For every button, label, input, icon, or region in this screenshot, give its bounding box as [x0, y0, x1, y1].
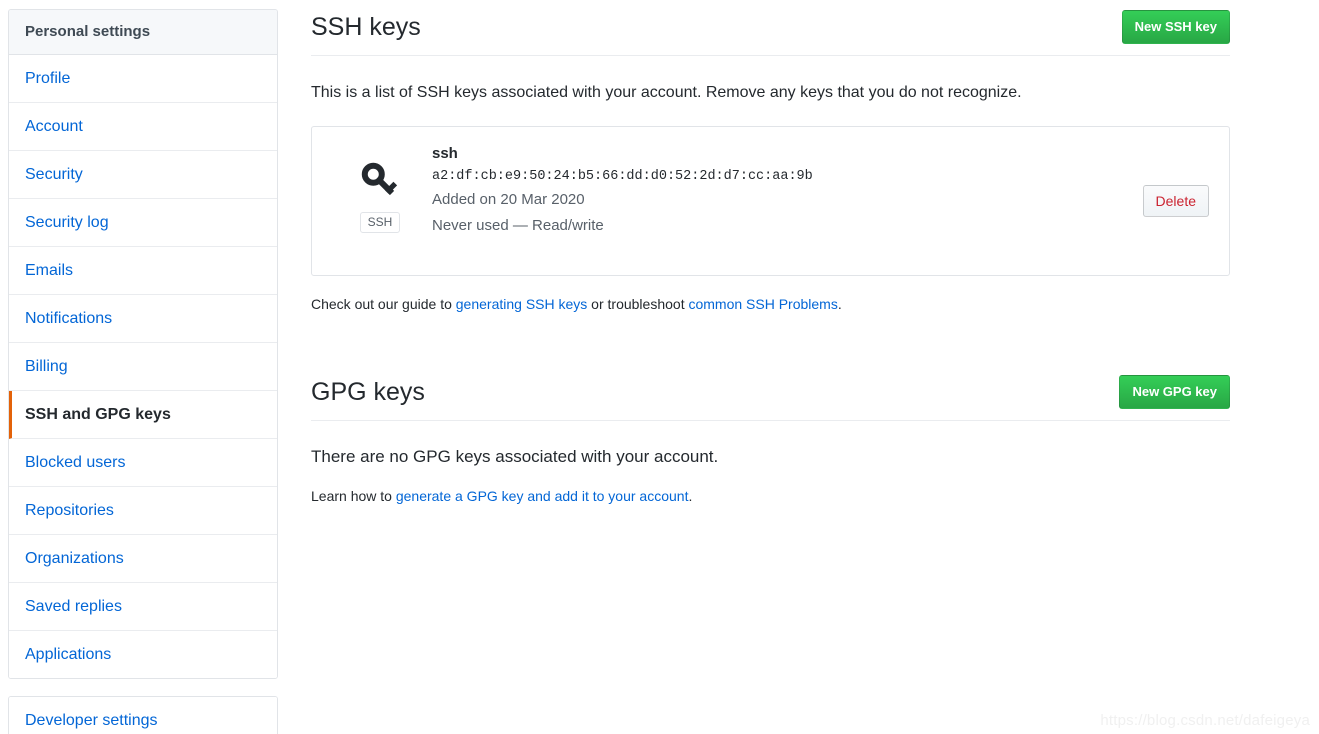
ssh-help-middle: or troubleshoot	[587, 296, 689, 312]
ssh-help-prefix: Check out our guide to	[311, 296, 456, 312]
ssh-key-row: SSH ssh a2:df:cb:e9:50:24:b5:66:dd:d0:52…	[311, 126, 1230, 276]
sidebar-item-label: Blocked users	[25, 454, 126, 471]
sidebar-primary-nav: Personal settings Profile Account Security…	[8, 9, 278, 679]
sidebar-item-organizations[interactable]: Organizations	[9, 535, 277, 583]
personal-settings-sidebar: Personal settings Profile Account Security…	[8, 9, 278, 734]
sidebar-item-blocked-users[interactable]: Blocked users	[9, 439, 277, 487]
sidebar-item-label: Emails	[25, 262, 74, 279]
sidebar-item-label: Account	[25, 118, 83, 135]
sidebar-item-developer-settings[interactable]: Developer settings	[9, 697, 277, 734]
sidebar-item-repositories[interactable]: Repositories	[9, 487, 277, 535]
ssh-key-type-badge: SSH	[359, 212, 401, 233]
ssh-help-text: Check out our guide to generating SSH ke…	[311, 294, 1230, 314]
ssh-key-fingerprint: a2:df:cb:e9:50:24:b5:66:dd:d0:52:2d:d7:c…	[432, 169, 813, 184]
sidebar-item-label: Billing	[25, 358, 68, 375]
ssh-keys-header: SSH keys New SSH key	[311, 9, 1230, 56]
sidebar-item-security[interactable]: Security	[9, 151, 277, 199]
key-icon	[352, 160, 408, 207]
sidebar-secondary-nav: Developer settings	[8, 696, 278, 734]
main-content: SSH keys New SSH key This is a list of S…	[311, 9, 1230, 520]
sidebar-item-security-log[interactable]: Security log	[9, 199, 277, 247]
gpg-learn-prefix: Learn how to	[311, 488, 396, 504]
sidebar-item-saved-replies[interactable]: Saved replies	[9, 583, 277, 631]
gpg-keys-header: GPG keys New GPG key	[311, 374, 1230, 421]
ssh-key-title: ssh	[432, 145, 458, 162]
sidebar-item-label: Security	[25, 166, 83, 183]
ssh-help-suffix: .	[837, 296, 842, 312]
sidebar-item-billing[interactable]: Billing	[9, 343, 277, 391]
generating-ssh-keys-link[interactable]: generating SSH keys	[456, 296, 588, 312]
gpg-learn-suffix: .	[688, 488, 693, 504]
sidebar-item-emails[interactable]: Emails	[9, 247, 277, 295]
new-gpg-key-button[interactable]: New GPG key	[1119, 375, 1230, 409]
sidebar-item-applications[interactable]: Applications	[9, 631, 277, 678]
sidebar-item-notifications[interactable]: Notifications	[9, 295, 277, 343]
sidebar-item-label: Notifications	[25, 310, 113, 327]
sidebar-item-label: Profile	[25, 70, 71, 87]
delete-ssh-key-button[interactable]: Delete	[1142, 185, 1209, 217]
ssh-key-added-date: Added on 20 Mar 2020	[432, 191, 585, 208]
watermark: https://blog.csdn.net/dafeigeya	[1100, 712, 1310, 729]
ssh-key-details: ssh a2:df:cb:e9:50:24:b5:66:dd:d0:52:2d:…	[432, 143, 1103, 239]
sidebar-item-label: SSH and GPG keys	[25, 406, 171, 423]
sidebar-item-label: Applications	[25, 646, 112, 663]
ssh-keys-section: SSH keys New SSH key This is a list of S…	[311, 9, 1230, 314]
common-ssh-problems-link[interactable]: common SSH Problems	[688, 296, 837, 312]
gpg-keys-section: GPG keys New GPG key There are no GPG ke…	[311, 374, 1230, 506]
ssh-key-icon-group: SSH	[352, 160, 408, 233]
gpg-learn-text: Learn how to generate a GPG key and add …	[311, 486, 1230, 506]
gpg-empty-message: There are no GPG keys associated with yo…	[311, 447, 719, 466]
sidebar-item-ssh-and-gpg-keys[interactable]: SSH and GPG keys	[9, 391, 277, 439]
sidebar-item-label: Repositories	[25, 502, 114, 519]
sidebar-item-account[interactable]: Account	[9, 103, 277, 151]
sidebar-item-label: Developer settings	[25, 712, 158, 729]
ssh-keys-description: This is a list of SSH keys associated wi…	[311, 84, 1022, 101]
gpg-keys-title: GPG keys	[311, 378, 425, 406]
sidebar-item-label: Saved replies	[25, 598, 122, 615]
new-ssh-key-button[interactable]: New SSH key	[1121, 10, 1230, 44]
ssh-keys-title: SSH keys	[311, 13, 421, 41]
generate-gpg-key-link[interactable]: generate a GPG key and add it to your ac…	[396, 488, 689, 504]
sidebar-item-label: Organizations	[25, 550, 124, 567]
sidebar-header: Personal settings	[9, 10, 277, 55]
sidebar-item-label: Security log	[25, 214, 109, 231]
ssh-key-usage: Never used — Read/write	[432, 217, 604, 234]
settings-page: Personal settings Profile Account Security…	[0, 0, 1319, 734]
sidebar-item-profile[interactable]: Profile	[9, 55, 277, 103]
